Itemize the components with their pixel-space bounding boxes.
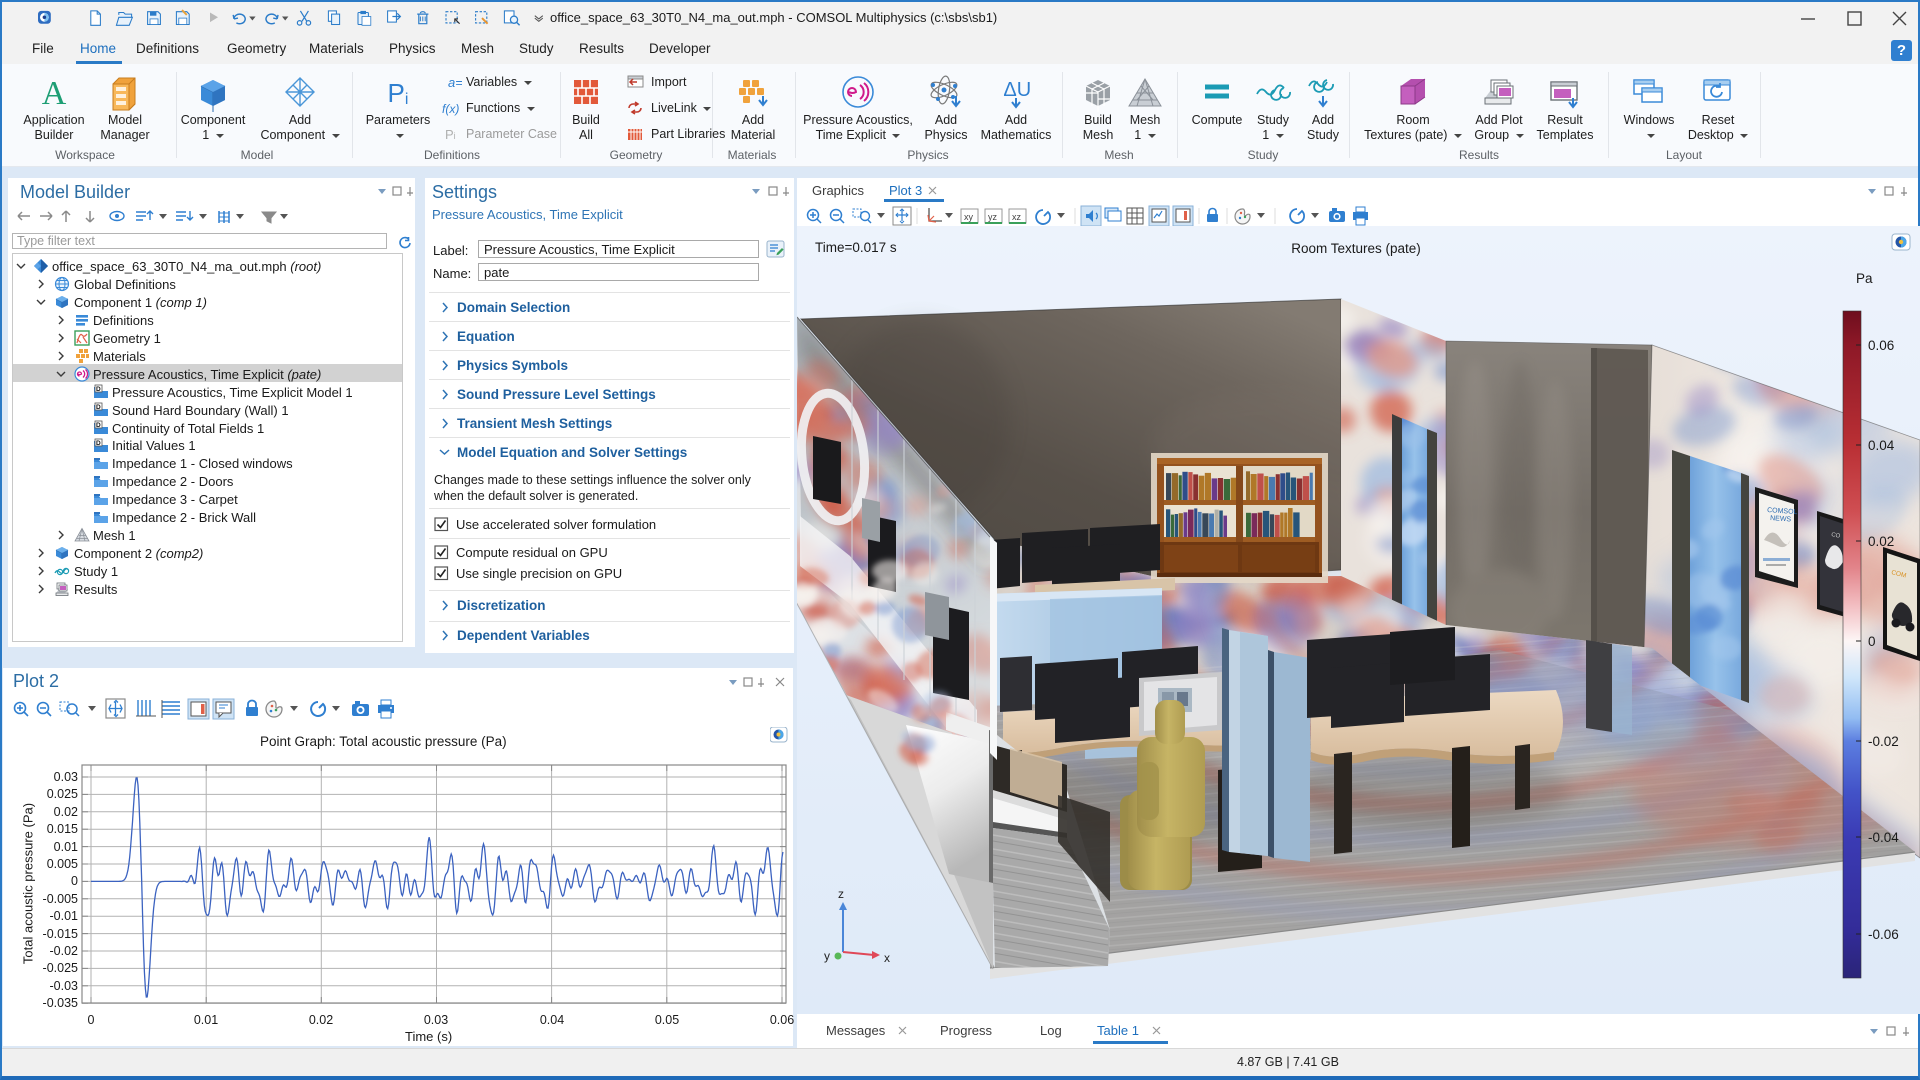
- svg-text:Pa: Pa: [1856, 271, 1873, 286]
- svg-text:xy: xy: [964, 212, 974, 222]
- svg-text:0.06: 0.06: [1868, 338, 1894, 353]
- svg-text:Room Textures (pate): Room Textures (pate): [1291, 241, 1421, 256]
- svg-text:0: 0: [1868, 634, 1876, 649]
- svg-text:Pi: Pi: [388, 78, 409, 108]
- svg-text:yz: yz: [988, 212, 998, 222]
- svg-text:z: z: [838, 887, 844, 901]
- svg-text:D: D: [96, 422, 101, 429]
- svg-text:D: D: [96, 440, 101, 447]
- svg-text:xz: xz: [1012, 212, 1022, 222]
- svg-text:0.02: 0.02: [1868, 534, 1894, 549]
- svg-text:-0.04: -0.04: [1868, 830, 1899, 845]
- svg-text:0.04: 0.04: [1868, 438, 1895, 453]
- svg-text:Δ: Δ: [1003, 79, 1016, 101]
- svg-text:D: D: [96, 386, 101, 393]
- svg-text:-0.06: -0.06: [1868, 927, 1899, 942]
- svg-text:U: U: [1017, 79, 1031, 101]
- svg-text:A: A: [42, 75, 67, 112]
- svg-text:a=: a=: [448, 75, 462, 90]
- svg-text:NEWS: NEWS: [1770, 515, 1792, 523]
- svg-text:Time=0.017 s: Time=0.017 s: [815, 240, 897, 255]
- svg-text:y: y: [824, 949, 830, 963]
- svg-text:-0.02: -0.02: [1868, 734, 1899, 749]
- svg-text:Pi: Pi: [445, 127, 456, 142]
- svg-text:f(x): f(x): [442, 102, 459, 116]
- svg-text:D: D: [96, 404, 101, 411]
- svg-text:x: x: [884, 951, 890, 965]
